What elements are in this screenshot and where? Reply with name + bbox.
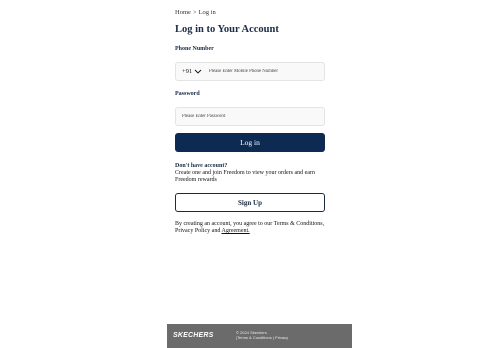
footer-legal: © 2024 Skechers |Terms & Conditions | Pr… <box>236 330 288 340</box>
terms-prefix: By creating an account, you agree to our <box>175 221 273 227</box>
terms-and: and <box>211 228 221 235</box>
signup-promo-text: Create one and join Freedom to view your… <box>175 170 315 184</box>
phone-number-field: +91 <box>175 62 325 81</box>
login-button[interactable]: Log in <box>175 133 325 152</box>
breadcrumb-home-link[interactable]: Home <box>175 9 191 16</box>
password-field <box>175 107 325 126</box>
terms-notice: By creating an account, you agree to our… <box>175 221 325 235</box>
skechers-logo[interactable]: SKECHERS <box>173 332 214 339</box>
terms-comma: , <box>322 221 325 227</box>
chevron-down-icon <box>194 69 202 74</box>
phone-number-input[interactable] <box>209 63 321 80</box>
phone-number-label: Phone Number <box>175 46 214 52</box>
breadcrumb-separator: > <box>192 9 197 16</box>
password-input[interactable] <box>182 108 320 125</box>
breadcrumb-current: Log in <box>198 9 216 16</box>
footer-links: |Terms & Conditions | Privacy <box>236 335 288 340</box>
footer-privacy-link[interactable]: Privacy <box>275 335 288 340</box>
agreement-link[interactable]: Agreement. <box>222 228 250 234</box>
country-code-select[interactable]: +91 <box>182 63 202 80</box>
privacy-policy-link[interactable]: Privacy Policy <box>175 228 210 234</box>
footer-divider-2: | <box>272 335 274 341</box>
footer-terms-link[interactable]: Terms & Conditions <box>237 335 272 340</box>
country-code-value: +91 <box>182 68 193 75</box>
footer: SKECHERS © 2024 Skechers |Terms & Condit… <box>167 324 352 348</box>
password-label: Password <box>175 91 200 97</box>
terms-conditions-link[interactable]: Terms & Conditions <box>274 221 323 227</box>
signup-button[interactable]: Sign Up <box>175 193 325 212</box>
breadcrumb: Home > Log in <box>175 9 325 16</box>
no-account-heading: Don't have account? <box>175 163 228 169</box>
page-title: Log in to Your Account <box>175 24 279 35</box>
